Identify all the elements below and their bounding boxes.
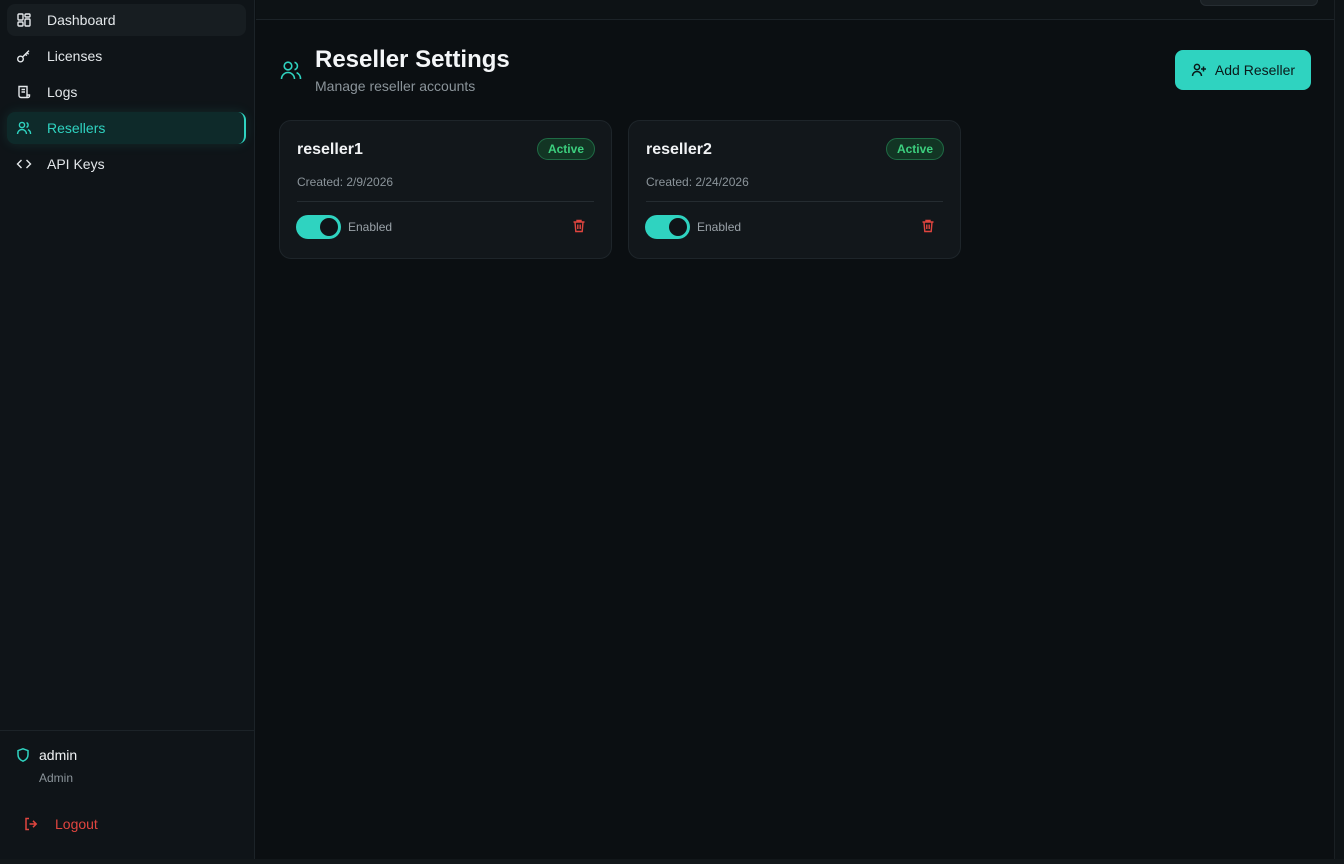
sidebar-item-label: Resellers (47, 120, 106, 136)
code-icon (16, 156, 32, 172)
scrollbar-track[interactable] (1334, 0, 1344, 864)
user-plus-icon (1191, 62, 1207, 78)
toggle-knob (669, 218, 687, 236)
top-bar (256, 0, 1334, 20)
created-date: Created: 2/24/2026 (646, 175, 749, 189)
sidebar-item-label: API Keys (47, 156, 105, 172)
reseller-card: reseller1 Active Created: 2/9/2026 Enabl… (279, 120, 612, 259)
delete-button[interactable] (571, 218, 587, 234)
scroll-icon (16, 84, 32, 100)
sidebar-item-resellers[interactable]: Resellers (7, 112, 246, 144)
logout-icon (23, 816, 39, 832)
sidebar-item-dashboard[interactable]: Dashboard (7, 4, 246, 36)
sidebar-item-label: Licenses (47, 48, 103, 64)
sidebar-item-logs[interactable]: Logs (7, 76, 246, 108)
logout-button[interactable]: Logout (23, 816, 98, 832)
key-icon (16, 48, 32, 64)
page-subtitle: Manage reseller accounts (315, 78, 476, 94)
add-reseller-label: Add Reseller (1214, 62, 1296, 78)
app-root: Dashboard Licenses Logs Resellers API Ke… (0, 0, 1344, 864)
toggle-label: Enabled (348, 220, 393, 234)
status-badge: Active (885, 138, 944, 160)
shield-icon (15, 747, 31, 763)
add-reseller-button[interactable]: Add Reseller (1175, 50, 1311, 90)
user-info: admin Admin (15, 747, 77, 785)
top-bar-control[interactable] (1200, 0, 1318, 6)
window-bottom-edge (0, 859, 1344, 864)
sidebar: Dashboard Licenses Logs Resellers API Ke… (0, 0, 255, 859)
created-date: Created: 2/9/2026 (297, 175, 394, 189)
reseller-card: reseller2 Active Created: 2/24/2026 Enab… (628, 120, 961, 259)
enabled-toggle[interactable] (645, 215, 690, 239)
sidebar-item-label: Logs (47, 84, 78, 100)
users-icon (16, 120, 32, 136)
status-badge: Active (536, 138, 595, 160)
sidebar-item-licenses[interactable]: Licenses (7, 40, 246, 72)
user-row: admin (15, 747, 77, 763)
card-divider (297, 201, 594, 202)
delete-button[interactable] (920, 218, 936, 234)
card-divider (646, 201, 943, 202)
reseller-name: reseller2 (646, 141, 712, 158)
toggle-label: Enabled (697, 220, 742, 234)
users-icon (279, 58, 303, 82)
page-title: Reseller Settings (315, 46, 510, 73)
trash-icon (922, 219, 934, 233)
logout-label: Logout (55, 816, 98, 832)
user-name: admin (39, 747, 78, 763)
enabled-toggle[interactable] (296, 215, 341, 239)
toggle-knob (320, 218, 338, 236)
user-role: Admin (39, 771, 74, 785)
dashboard-grid-icon (16, 12, 32, 28)
sidebar-item-api-keys[interactable]: API Keys (7, 148, 246, 180)
reseller-name: reseller1 (297, 141, 363, 158)
trash-icon (573, 219, 585, 233)
sidebar-divider (0, 730, 254, 731)
sidebar-nav: Dashboard Licenses Logs Resellers API Ke… (7, 4, 246, 184)
sidebar-item-label: Dashboard (47, 12, 116, 28)
